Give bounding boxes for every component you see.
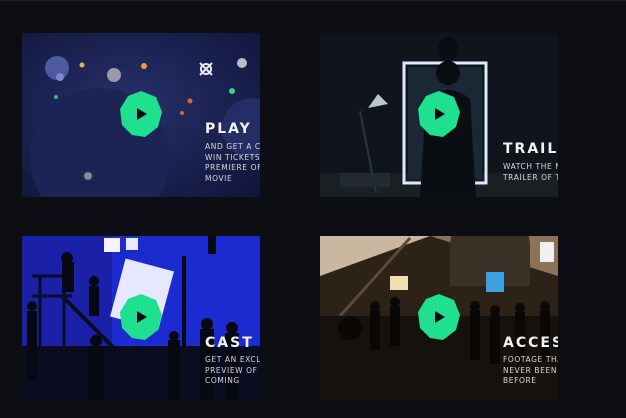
card-title: ACCESS: [503, 335, 558, 351]
card-description: FOOTAGE THAT HAS NEVER BEEN SEEN BEFORE: [503, 355, 558, 385]
card-play[interactable]: PLAY AND GET A CHANCE TO WIN TICKETS TO …: [22, 33, 260, 197]
card-description: AND GET A CHANCE TO WIN TICKETS TO THE P…: [205, 142, 260, 183]
card-title: TRAILER: [503, 141, 558, 157]
play-icon[interactable]: [418, 294, 460, 340]
play-icon[interactable]: [418, 91, 460, 137]
card-description: GET AN EXCLUSIVE PREVIEW OF WHAT'S COMIN…: [205, 355, 260, 385]
card-title: PLAY: [205, 121, 252, 137]
play-icon[interactable]: [120, 91, 162, 137]
card-title: CAST: [205, 335, 254, 351]
card-description: WATCH THE NEW TRAILER OF THE MOVIE: [503, 162, 558, 182]
card-cast[interactable]: CAST GET AN EXCLUSIVE PREVIEW OF WHAT'S …: [22, 236, 260, 400]
card-trailer[interactable]: TRAILER WATCH THE NEW TRAILER OF THE MOV…: [320, 33, 558, 197]
card-access[interactable]: ACCESS FOOTAGE THAT HAS NEVER BEEN SEEN …: [320, 236, 558, 400]
play-icon[interactable]: [120, 294, 162, 340]
top-divider: [0, 0, 626, 1]
